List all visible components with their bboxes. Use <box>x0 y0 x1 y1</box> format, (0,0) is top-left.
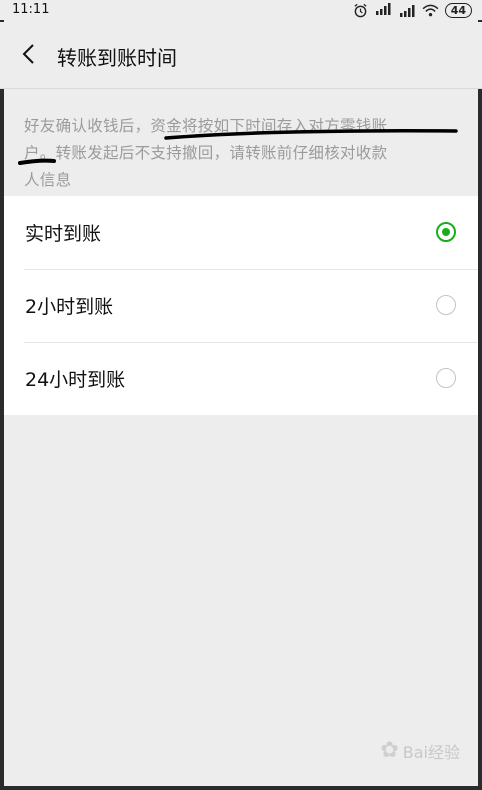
option-label: 2小时到账 <box>25 296 114 318</box>
description-line-3: 人信息 <box>24 171 72 189</box>
radio-selected-icon[interactable] <box>436 222 456 242</box>
alarm-icon <box>354 3 367 18</box>
navigation-bar: 转账到账时间 <box>0 22 482 89</box>
back-arrow-icon[interactable] <box>18 42 42 66</box>
radio-unselected-icon[interactable] <box>436 295 456 315</box>
signal-hd-icon <box>374 2 392 19</box>
option-label: 实时到账 <box>25 223 102 245</box>
radio-unselected-icon[interactable] <box>436 368 456 388</box>
watermark: ✿ Bai经验 <box>380 738 460 763</box>
status-icons: 44 <box>353 2 472 19</box>
transfer-description: 好友确认收钱后，资金将按如下时间存入对方零钱账 户。转账发起后不支持撤回，请转账… <box>24 113 460 194</box>
option-2-hours[interactable]: 2小时到账 <box>4 269 478 342</box>
wifi-icon <box>422 4 439 17</box>
battery-indicator: 44 <box>444 3 472 18</box>
page-title: 转账到账时间 <box>57 46 177 70</box>
bottom-frame-border <box>0 786 482 790</box>
option-realtime[interactable]: 实时到账 <box>4 196 478 269</box>
description-line-1: 好友确认收钱后，资金将按如下时间存入对方零钱账 <box>24 117 388 135</box>
arrival-time-options: 实时到账 2小时到账 24小时到账 <box>4 196 478 415</box>
option-label: 24小时到账 <box>25 369 126 391</box>
signal-icon <box>399 5 415 17</box>
option-24-hours[interactable]: 24小时到账 <box>4 342 478 415</box>
right-frame-border <box>478 0 482 790</box>
paw-logo-icon: ✿ <box>380 738 399 763</box>
watermark-text: Bai经验 <box>402 742 460 762</box>
status-bar: 11:11 44 <box>0 0 482 20</box>
status-time: 11:11 <box>12 2 50 17</box>
description-line-2: 户。转账发起后不支持撤回，请转账前仔细核对收款 <box>24 144 388 162</box>
